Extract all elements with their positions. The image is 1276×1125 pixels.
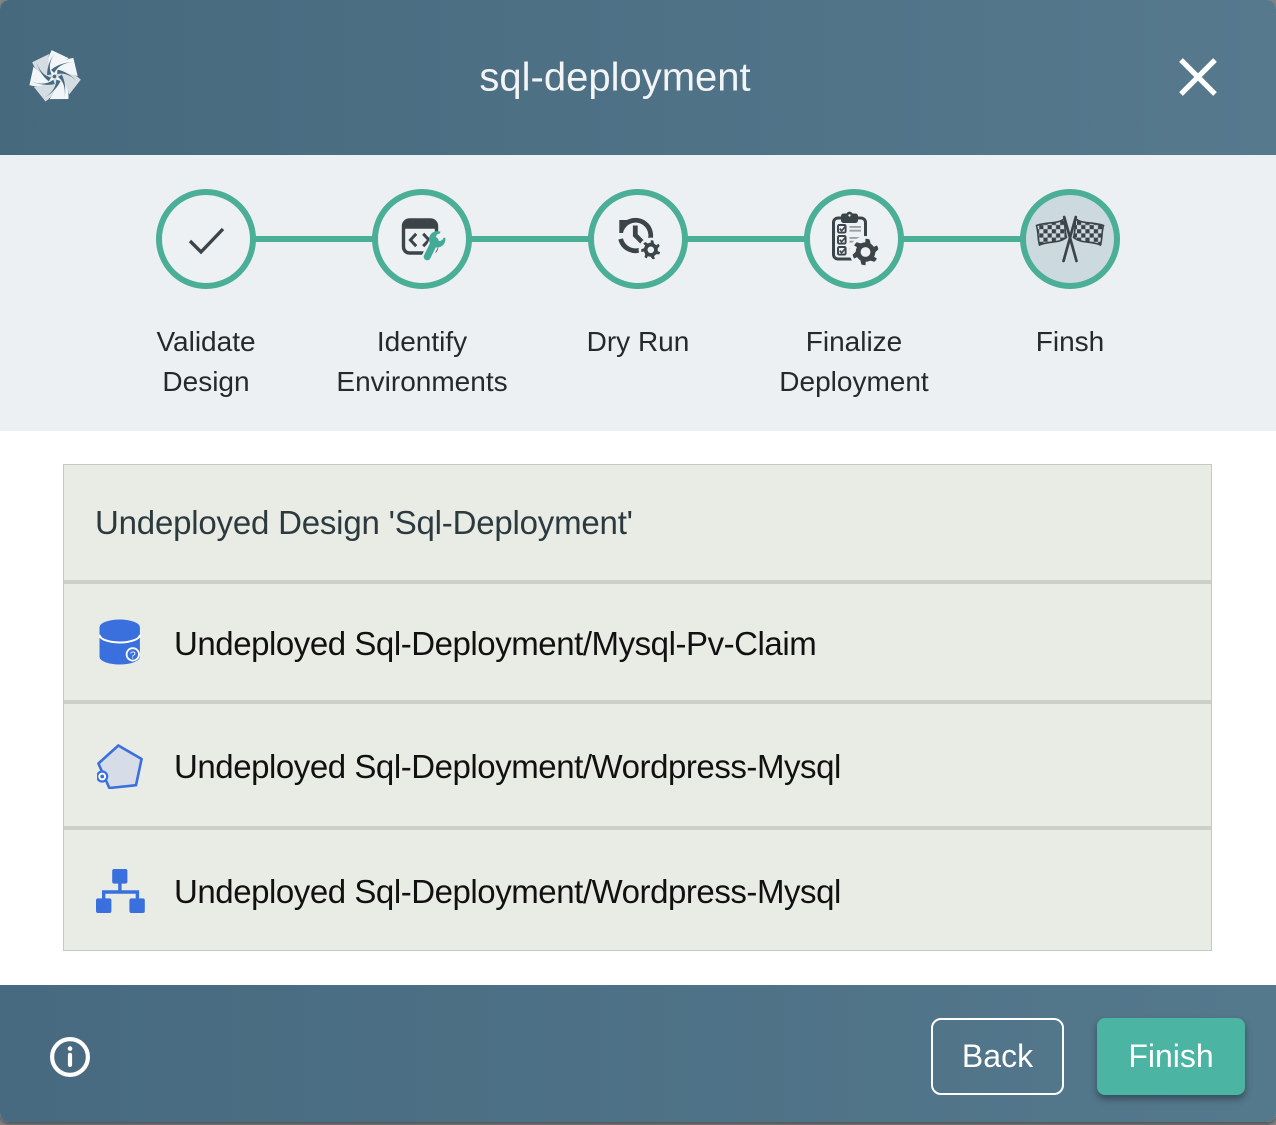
svg-text:?: ? (130, 649, 136, 661)
